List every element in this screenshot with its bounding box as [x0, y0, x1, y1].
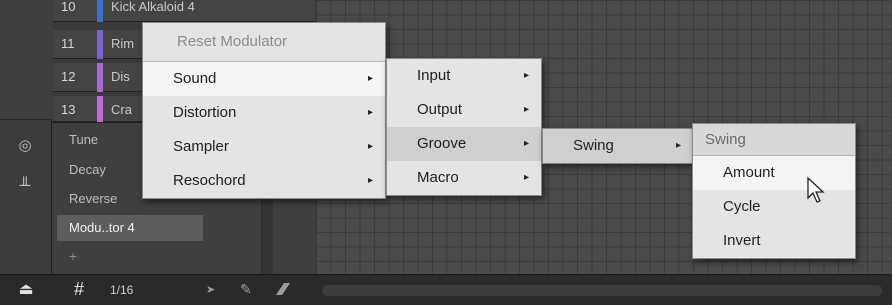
submenu-arrow-icon: ▸ — [367, 141, 373, 152]
menu-item-output[interactable]: Output ▸ — [387, 93, 541, 127]
eject-icon[interactable]: ⏏ — [14, 280, 38, 300]
menu-item-amount[interactable]: Amount — [693, 156, 855, 190]
menu-item-input[interactable]: Input ▸ — [387, 59, 541, 93]
submenu-header-swing: Swing — [693, 124, 855, 156]
menu-item-label: Macro — [417, 169, 459, 186]
submenu-sound: Input ▸ Output ▸ Groove ▸ Macro ▸ — [386, 58, 542, 196]
track-color-swatch — [97, 63, 103, 92]
menu-item-macro[interactable]: Macro ▸ — [387, 161, 541, 195]
menu-item-distortion[interactable]: Distortion ▸ — [143, 96, 385, 130]
track-color-swatch — [97, 30, 103, 59]
submenu-arrow-icon: ▸ — [367, 73, 373, 84]
mouse-cursor-icon — [807, 176, 825, 203]
eraser-tool-icon[interactable] — [272, 281, 292, 300]
menu-item-invert[interactable]: Invert — [693, 224, 855, 258]
grid-resolution-icon[interactable]: # — [74, 279, 84, 300]
menu-item-sampler[interactable]: Sampler ▸ — [143, 130, 385, 164]
menu-item-label: Groove — [417, 135, 467, 152]
submenu-arrow-icon: ▸ — [523, 138, 529, 149]
track-name: Kick Alkaloid 4 — [111, 0, 195, 14]
menu-item-label: Distortion — [173, 104, 237, 121]
mod-item-modulator-4[interactable]: Modu..tor 4 — [57, 215, 203, 241]
submenu-arrow-icon: ▸ — [523, 104, 529, 115]
modulation-icon[interactable]: ╨ — [14, 175, 36, 197]
track-number: 12 — [61, 69, 76, 84]
track-row[interactable]: 10 Kick Alkaloid 4 — [53, 0, 315, 22]
pen-tool-icon[interactable]: ✎ — [240, 281, 252, 298]
horizontal-scrollbar[interactable] — [322, 285, 882, 296]
pointer-tool-icon[interactable]: ➤ — [206, 283, 215, 296]
menu-item-label: Sampler — [173, 138, 229, 155]
submenu-arrow-icon: ▸ — [523, 172, 529, 183]
menu-item-reset-modulator: Reset Modulator — [177, 33, 288, 50]
menu-item-cycle[interactable]: Cycle — [693, 190, 855, 224]
menu-item-label: Resochord — [173, 172, 246, 189]
menu-item-groove[interactable]: Groove ▸ — [387, 127, 541, 161]
submenu-arrow-icon: ▸ — [675, 140, 681, 151]
submenu-arrow-icon: ▸ — [367, 175, 373, 186]
grid-resolution-value[interactable]: 1/16 — [110, 283, 133, 297]
menu-item-label: Swing — [573, 137, 614, 154]
menu-item-swing[interactable]: Swing ▸ — [543, 129, 693, 163]
maschine-app: ◎ ╨ 10 Kick Alkaloid 4 11 Rim 12 Dis 13 … — [0, 0, 892, 305]
menu-item-sound[interactable]: Sound ▸ — [143, 62, 385, 96]
left-strip-upper — [0, 0, 52, 120]
track-color-swatch — [97, 0, 103, 22]
track-number: 11 — [61, 36, 75, 51]
context-menu-main: Reset Modulator Sound ▸ Distortion ▸ Sam… — [142, 22, 386, 199]
track-number: 10 — [61, 0, 76, 14]
target-icon[interactable]: ◎ — [14, 135, 36, 157]
menu-item-label: Sound — [173, 70, 217, 87]
submenu-arrow-icon: ▸ — [523, 70, 529, 81]
menu-item-label: Input — [417, 67, 451, 84]
add-modulator-button[interactable]: + — [57, 243, 203, 269]
track-color-swatch — [97, 96, 103, 122]
bottom-bar: ⏏ # 1/16 ➤ ✎ — [0, 274, 892, 305]
submenu-swing: Swing Amount Cycle Invert — [692, 123, 856, 259]
track-number: 13 — [61, 102, 76, 117]
menu-item-resochord[interactable]: Resochord ▸ — [143, 164, 385, 198]
left-strip: ◎ ╨ — [0, 0, 52, 305]
submenu-groove: Swing ▸ — [542, 128, 694, 164]
submenu-arrow-icon: ▸ — [367, 107, 373, 118]
menu-item-label: Output — [417, 101, 463, 118]
